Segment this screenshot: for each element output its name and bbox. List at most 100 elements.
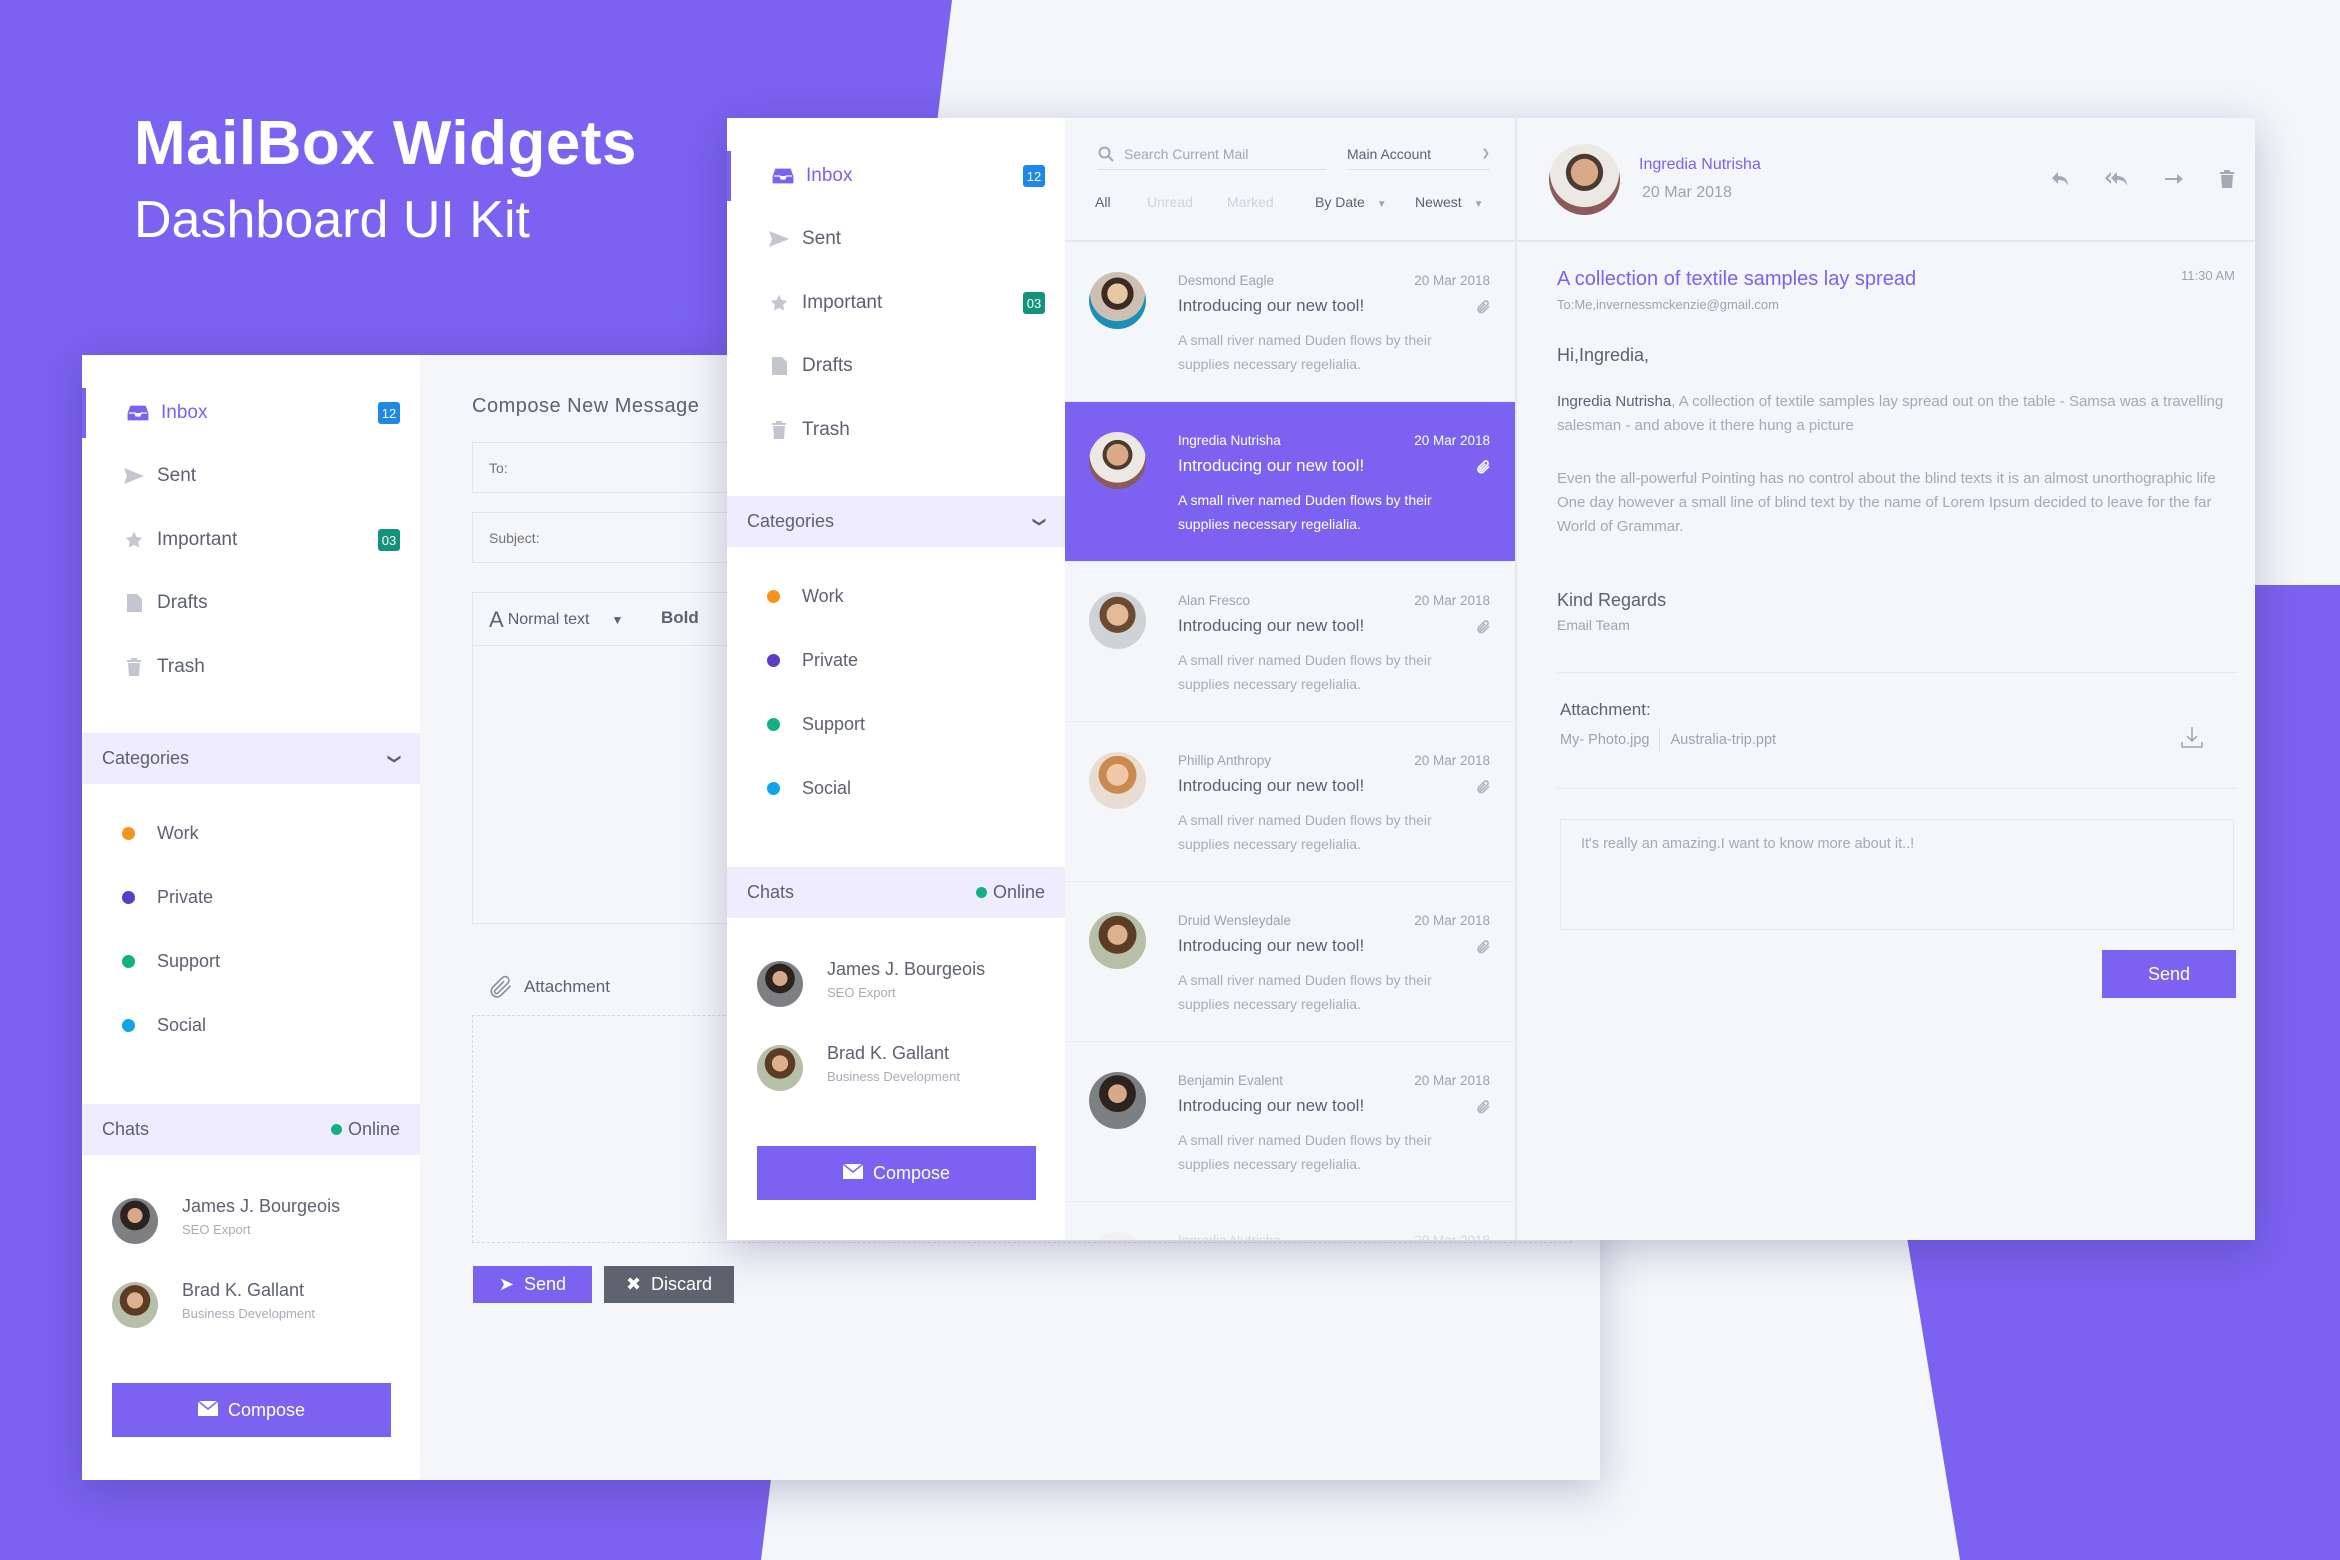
divider: [1557, 672, 2237, 673]
category-private[interactable]: Private: [82, 877, 420, 917]
mail-item[interactable]: Ingredia Nutrisha 20 Mar 2018 Introducing …: [1065, 402, 1515, 562]
discard-button[interactable]: ✖ Discard: [604, 1266, 734, 1303]
online-dot: [975, 887, 987, 898]
chat-contact[interactable]: James J. Bourgeois SEO Export: [757, 955, 1047, 1015]
search-input[interactable]: Search Current Mail: [1098, 138, 1326, 170]
caret-down-icon: ▼: [611, 613, 624, 627]
category-support[interactable]: Support: [727, 704, 1065, 744]
categories-header[interactable]: Categories ❯: [727, 496, 1065, 547]
count-badge: 12: [1023, 165, 1045, 187]
avatar: [1089, 432, 1146, 489]
sidebar: Inbox 12 Sent Important 03 Drafts Trash Categor…: [82, 355, 420, 1480]
sidebar-item-trash[interactable]: Trash: [727, 405, 1065, 455]
categories-header[interactable]: Categories ❯: [82, 733, 420, 784]
sender-name[interactable]: Ingredia Nutrisha: [1639, 156, 1761, 174]
category-private[interactable]: Private: [727, 640, 1065, 680]
bold-button[interactable]: Bold: [661, 608, 699, 628]
hero-subtitle: Dashboard UI Kit: [134, 191, 530, 249]
sidebar-item-inbox[interactable]: Inbox 12: [727, 151, 1065, 201]
attachment-file[interactable]: Australia-trip.ppt: [1670, 732, 1776, 748]
sidebar-item-important[interactable]: Important 03: [82, 515, 420, 565]
reply-input[interactable]: It's really an amazing.I want to know mo…: [1560, 819, 2234, 930]
category-dot: [122, 826, 135, 840]
mail-date: 20 Mar 2018: [1414, 593, 1490, 608]
chat-contact[interactable]: James J. Bourgeois SEO Export: [112, 1192, 402, 1252]
contact-role: Business Development: [182, 1306, 315, 1321]
chat-contact[interactable]: Brad K. Gallant Business Development: [757, 1039, 1047, 1099]
mail-item[interactable]: Druid Wensleydale 20 Mar 2018 Introducing …: [1065, 882, 1515, 1042]
format-dropdown[interactable]: A Normal text ▼: [489, 607, 623, 633]
send-button[interactable]: ➤ Send: [473, 1266, 592, 1303]
mail-subject: Introducing our new tool!: [1178, 616, 1365, 635]
category-social[interactable]: Social: [82, 1005, 420, 1045]
mail-greeting: Hi,Ingredia,: [1557, 345, 1650, 365]
filter-marked[interactable]: Marked: [1227, 194, 1274, 210]
sidebar-item-sent[interactable]: Sent: [727, 214, 1065, 264]
avatar: [112, 1198, 158, 1244]
paperclip-icon: [1475, 778, 1491, 801]
send-label: Send: [524, 1274, 567, 1294]
sidebar-item-label: Important: [157, 529, 238, 550]
count-badge: 12: [378, 402, 400, 424]
chevron-down-icon: ▼: [1376, 199, 1387, 210]
reply-all-icon[interactable]: [2104, 166, 2130, 192]
attachment-files: My- Photo.jpg Australia-trip.ppt: [1560, 729, 1776, 751]
avatar: [1089, 1232, 1146, 1240]
inbox-icon: [771, 164, 795, 188]
forward-icon[interactable]: [2161, 166, 2187, 192]
file-icon: [122, 591, 146, 615]
category-label: Work: [157, 822, 199, 843]
trash-icon[interactable]: [2214, 166, 2240, 192]
contact-name: James J. Bourgeois: [182, 1196, 341, 1216]
sidebar-item-inbox[interactable]: Inbox 12: [82, 388, 420, 438]
mail-preview: A small river named Duden flows by their…: [1178, 972, 1432, 1012]
paperclip-icon: [1475, 298, 1491, 321]
filter-all[interactable]: All: [1095, 194, 1111, 210]
category-social[interactable]: Social: [727, 768, 1065, 808]
mail-list-header: Search Current Mail Main Account ❯ All Un…: [1065, 118, 1515, 242]
sort-select[interactable]: By Date ▼: [1315, 194, 1387, 210]
mail-item[interactable]: Phillip Anthropy 20 Mar 2018 Introducing o…: [1065, 722, 1515, 882]
mail-item[interactable]: Desmond Eagle 20 Mar 2018 Introducing our …: [1065, 242, 1515, 402]
category-dot: [122, 890, 135, 904]
paperclip-icon: [1475, 938, 1491, 961]
category-work[interactable]: Work: [82, 813, 420, 853]
sidebar-item-important[interactable]: Important 03: [727, 278, 1065, 328]
count-badge: 03: [1023, 292, 1045, 314]
filter-unread[interactable]: Unread: [1147, 194, 1193, 210]
sender-name: Ingredia Nutrisha: [1178, 433, 1281, 448]
chat-contact[interactable]: Brad K. Gallant Business Development: [112, 1276, 402, 1336]
compose-button[interactable]: Compose: [757, 1146, 1036, 1200]
reply-send-button[interactable]: Send: [2102, 950, 2236, 998]
online-dot: [330, 1124, 342, 1135]
send-icon: [767, 227, 791, 251]
contact-role: SEO Export: [182, 1222, 251, 1237]
chevron-down-icon: ❯: [1481, 148, 1490, 159]
account-select[interactable]: Main Account ❯: [1347, 138, 1490, 170]
mail-item[interactable]: Alan Fresco 20 Mar 2018 Introducing our ne…: [1065, 562, 1515, 722]
file-icon: [767, 354, 791, 378]
download-icon[interactable]: [2181, 726, 2203, 753]
order-select[interactable]: Newest ▼: [1415, 194, 1483, 210]
paper-plane-icon: ➤: [498, 1274, 515, 1294]
compose-button[interactable]: Compose: [112, 1383, 391, 1437]
reply-icon[interactable]: [2047, 166, 2073, 192]
mail-list: Search Current Mail Main Account ❯ All Un…: [1065, 118, 1517, 1240]
sidebar-item-trash[interactable]: Trash: [82, 642, 420, 692]
attachment-file[interactable]: My- Photo.jpg: [1560, 732, 1649, 748]
online-status: Online: [330, 1119, 400, 1140]
chats-label: Chats: [102, 1119, 150, 1139]
mail-item[interactable]: Benjamin Evalent 20 Mar 2018 Introducing o…: [1065, 1042, 1515, 1202]
mail-item[interactable]: Ingredia Nutrisha 20 Mar 2018: [1065, 1202, 1515, 1240]
mail-date: 20 Mar 2018: [1414, 1233, 1490, 1240]
sidebar-item-sent[interactable]: Sent: [82, 451, 420, 501]
sidebar-item-label: Sent: [802, 228, 842, 249]
sidebar-item-drafts[interactable]: Drafts: [727, 341, 1065, 391]
sidebar-item-label: Inbox: [806, 165, 853, 186]
category-work[interactable]: Work: [727, 576, 1065, 616]
mail-date: 20 Mar 2018: [1414, 433, 1490, 448]
sidebar-item-drafts[interactable]: Drafts: [82, 578, 420, 628]
category-support[interactable]: Support: [82, 941, 420, 981]
sidebar-item-label: Drafts: [802, 355, 853, 376]
category-label: Private: [802, 649, 859, 670]
